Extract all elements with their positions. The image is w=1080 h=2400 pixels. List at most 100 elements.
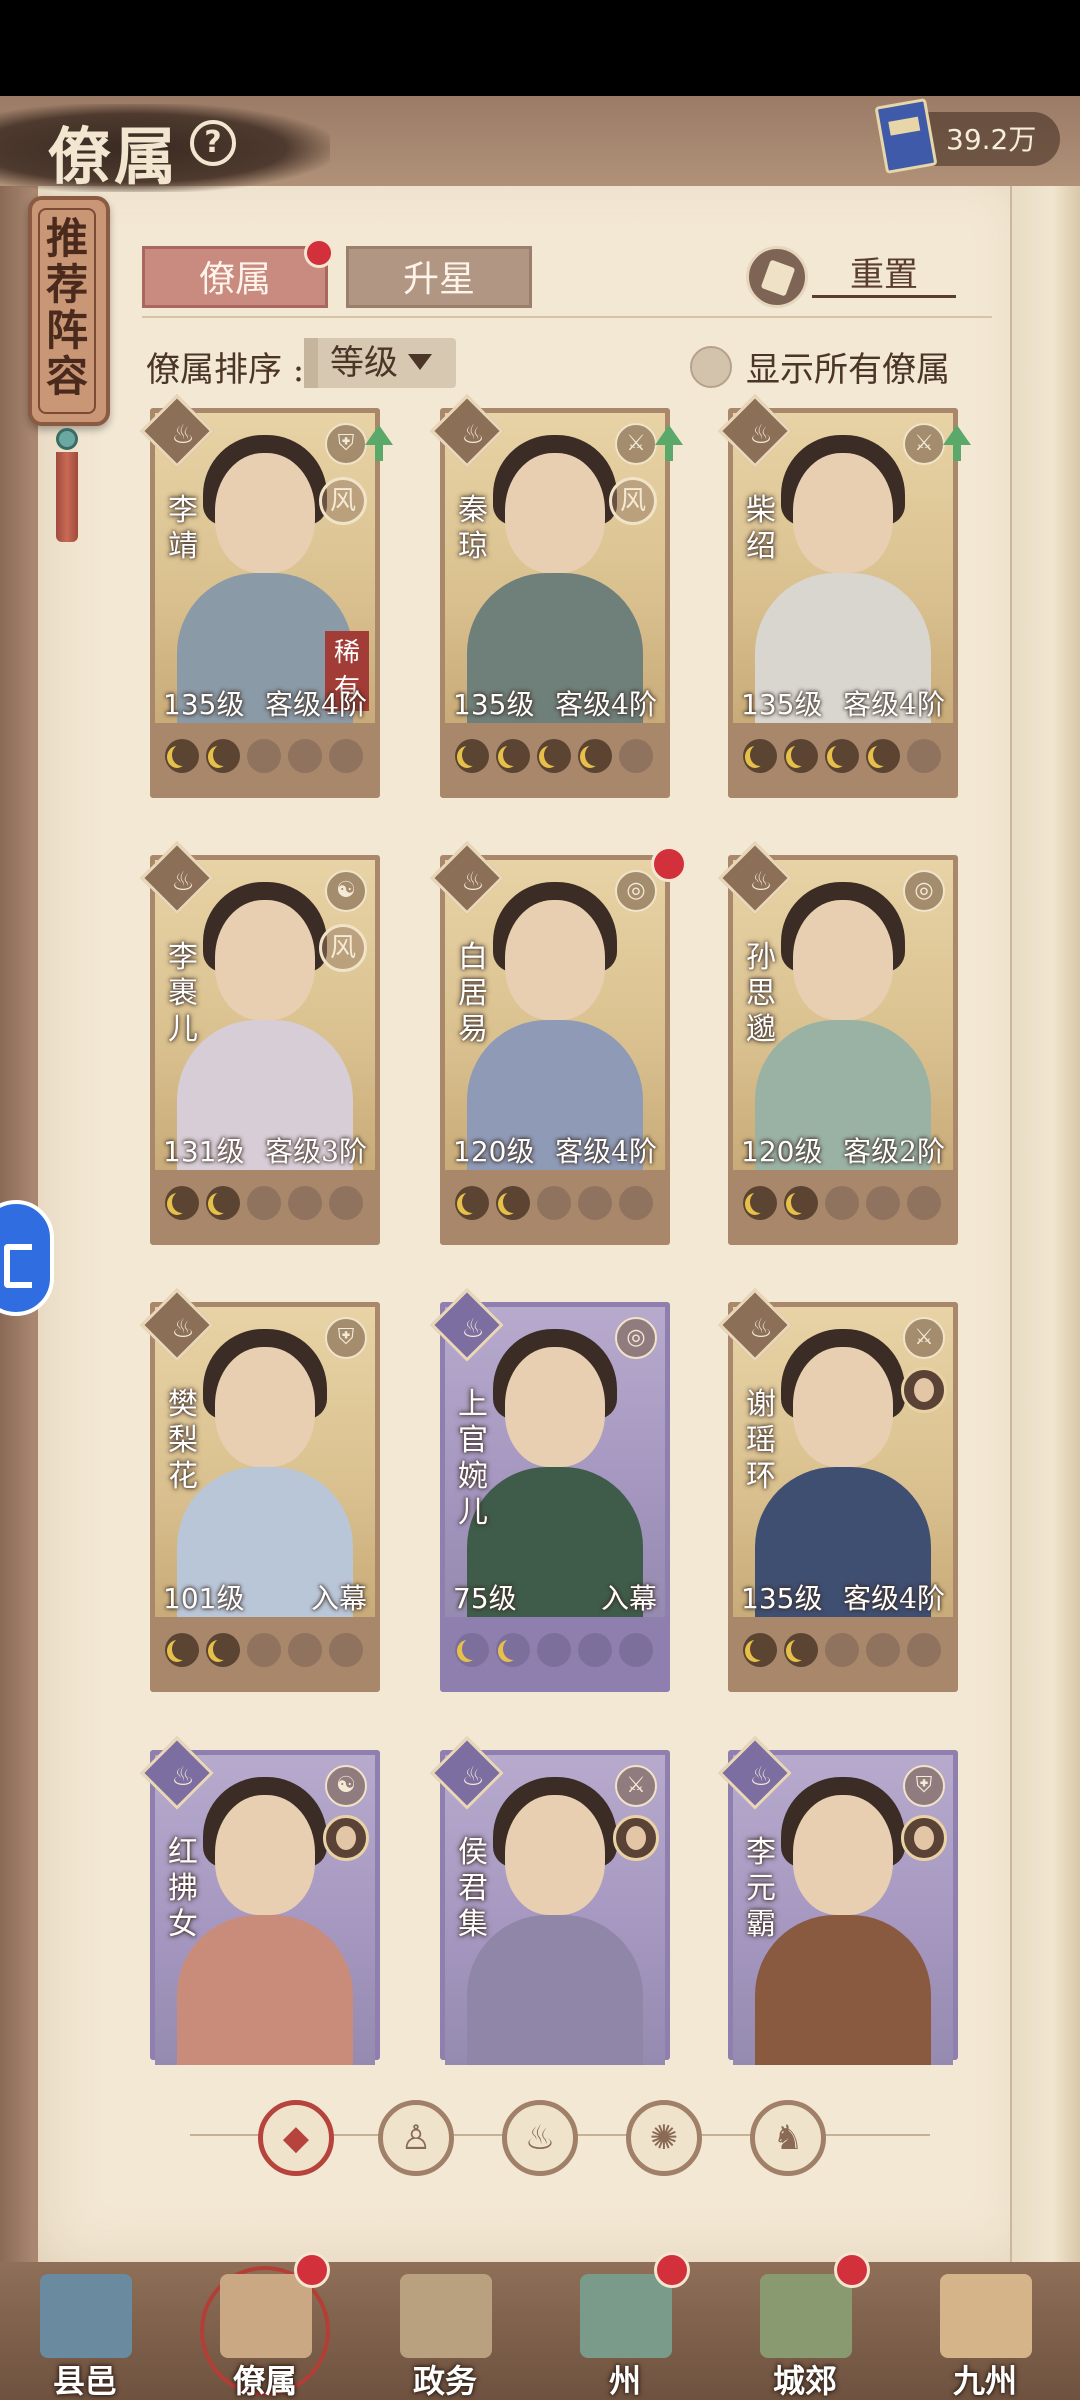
card-rank: 客级2阶 xyxy=(843,1135,945,1168)
dropdown-arrow-icon[interactable] xyxy=(408,354,432,370)
subordinate-card[interactable]: ♨ 李元霸 ⛨ xyxy=(718,1736,958,2065)
tassel-ring xyxy=(56,428,78,450)
star-bar xyxy=(733,1617,953,1687)
card-rank: 入幕 xyxy=(600,1582,657,1615)
nav-item[interactable]: 城郊 xyxy=(730,2252,880,2400)
subordinate-card[interactable]: ♨ 红拂女 ☯ xyxy=(140,1736,380,2065)
tab-subordinates[interactable]: 僚属 xyxy=(142,246,328,308)
yinyang-icon: ☯ xyxy=(325,1765,367,1807)
moon-star-empty-icon xyxy=(247,1186,281,1220)
filter-fan-icon[interactable]: ✺ xyxy=(626,2100,702,2176)
subordinate-card[interactable]: ♨ 柴绍 ⚔ 135级 客级4阶 xyxy=(718,394,971,798)
subordinate-card[interactable]: ♨ 上官婉儿 ◎ 75级 入幕 xyxy=(430,1288,670,1692)
upgrade-arrow-icon xyxy=(365,425,393,461)
portrait-robe xyxy=(467,1915,643,2065)
moon-star-empty-icon xyxy=(288,1186,322,1220)
subordinate-card[interactable]: ♨ 秦琼 ⚔ 风 135级 客级4阶 xyxy=(430,394,683,798)
filter-all-icon[interactable]: ◆ xyxy=(258,2100,334,2176)
reset-button[interactable]: 重置 xyxy=(812,252,956,298)
tab-star-up[interactable]: 升星 xyxy=(346,246,532,308)
moon-star-empty-icon xyxy=(537,1633,571,1667)
subordinate-card[interactable]: ♨ 李裹儿 ☯ 风 131级 客级3阶 xyxy=(140,841,380,1245)
nav-label: 州 xyxy=(608,2362,641,2400)
moon-star-filled-icon xyxy=(537,739,571,773)
filter-bell-icon[interactable]: ♙ xyxy=(378,2100,454,2176)
card-rank: 客级4阶 xyxy=(843,1582,945,1615)
portrait-face xyxy=(215,1347,315,1467)
status-bar xyxy=(0,0,1080,96)
moon-star-empty-icon xyxy=(247,739,281,773)
moon-star-filled-icon xyxy=(784,739,818,773)
sword-icon: ⚔ xyxy=(903,423,945,465)
class-glyph-icon: ♨ xyxy=(171,867,195,897)
moon-star-empty-icon xyxy=(288,739,322,773)
star-bar xyxy=(445,723,665,793)
reset-icon[interactable] xyxy=(746,246,808,308)
portrait-face xyxy=(793,1795,893,1915)
moon-star-filled-icon xyxy=(496,1633,530,1667)
coin-icon: ◎ xyxy=(903,870,945,912)
subordinate-card[interactable]: ♨ 侯君集 ⚔ xyxy=(430,1736,670,2065)
star-bar xyxy=(733,723,953,793)
class-glyph-icon: ♨ xyxy=(749,420,773,450)
card-name: 李靖 xyxy=(168,493,198,564)
nav-item[interactable]: 县邑 xyxy=(10,2262,160,2400)
subordinate-card[interactable]: ♨ 李靖 ⛨ 风稀有 135级 客级4阶 xyxy=(140,394,393,798)
class-glyph-icon: ♨ xyxy=(461,1762,485,1792)
nav-label: 僚属 xyxy=(232,2362,297,2400)
paired-avatar-icon xyxy=(901,1815,947,1861)
subordinate-card[interactable]: ♨ 白居易 ◎ 120级 客级4阶 xyxy=(430,841,687,1245)
nav-label: 政务 xyxy=(412,2362,477,2400)
moon-star-empty-icon xyxy=(907,739,941,773)
nav-building-icon xyxy=(220,2274,312,2358)
moon-star-filled-icon xyxy=(496,739,530,773)
nav-item[interactable]: 政务 xyxy=(370,2262,520,2400)
card-rank: 客级3阶 xyxy=(265,1135,367,1168)
moon-star-filled-icon xyxy=(578,739,612,773)
moon-star-empty-icon xyxy=(825,1186,859,1220)
nav-item[interactable]: 州 xyxy=(550,2252,700,2400)
class-glyph-icon: ♨ xyxy=(749,867,773,897)
subordinate-card[interactable]: ♨ 樊梨花 ⛨ 101级 入幕 xyxy=(140,1288,380,1692)
floating-assist-button[interactable] xyxy=(0,1200,54,1316)
moon-star-filled-icon xyxy=(784,1186,818,1220)
filter-gourd-icon[interactable]: ♨ xyxy=(502,2100,578,2176)
nav-notification-dot xyxy=(294,2252,330,2288)
sort-label: 僚属排序 : xyxy=(146,350,305,390)
upgrade-arrow-icon xyxy=(655,425,683,461)
moon-star-empty-icon xyxy=(329,1186,363,1220)
paired-avatar-icon xyxy=(323,1815,369,1861)
moon-star-filled-icon xyxy=(743,739,777,773)
card-name: 柴绍 xyxy=(746,493,776,564)
moon-star-filled-icon xyxy=(743,1186,777,1220)
moon-star-filled-icon xyxy=(206,739,240,773)
subordinate-card[interactable]: ♨ 谢瑶环 ⚔ 135级 客级4阶 xyxy=(718,1288,958,1692)
star-bar xyxy=(733,1170,953,1240)
moon-star-empty-icon xyxy=(288,1633,322,1667)
divider xyxy=(142,316,992,318)
help-icon[interactable]: ? xyxy=(190,120,236,166)
show-all-toggle[interactable] xyxy=(690,346,732,388)
class-glyph-icon: ♨ xyxy=(171,1762,195,1792)
moon-star-empty-icon xyxy=(619,1186,653,1220)
card-name: 秦琼 xyxy=(458,493,488,564)
nav-item[interactable]: 九州 xyxy=(910,2262,1060,2400)
nav-item[interactable]: 僚属 xyxy=(190,2252,340,2400)
tassel xyxy=(56,452,78,542)
moon-star-filled-icon xyxy=(165,739,199,773)
card-name: 白居易 xyxy=(458,940,488,1047)
moon-star-empty-icon xyxy=(537,1186,571,1220)
nav-building-icon xyxy=(40,2274,132,2358)
star-bar xyxy=(445,1617,665,1687)
subordinate-card[interactable]: ♨ 孙思邈 ◎ 120级 客级2阶 xyxy=(718,841,958,1245)
filter-beast-icon[interactable]: ♞ xyxy=(750,2100,826,2176)
sort-dropdown[interactable]: 等级 xyxy=(304,338,456,388)
card-name: 李裹儿 xyxy=(168,940,198,1047)
class-glyph-icon: ♨ xyxy=(461,420,485,450)
coin-icon: ◎ xyxy=(615,870,657,912)
moon-star-empty-icon xyxy=(578,1186,612,1220)
sword-icon: ⚔ xyxy=(615,423,657,465)
moon-star-empty-icon xyxy=(907,1186,941,1220)
moon-star-empty-icon xyxy=(825,1633,859,1667)
card-level: 135级 xyxy=(163,688,245,721)
